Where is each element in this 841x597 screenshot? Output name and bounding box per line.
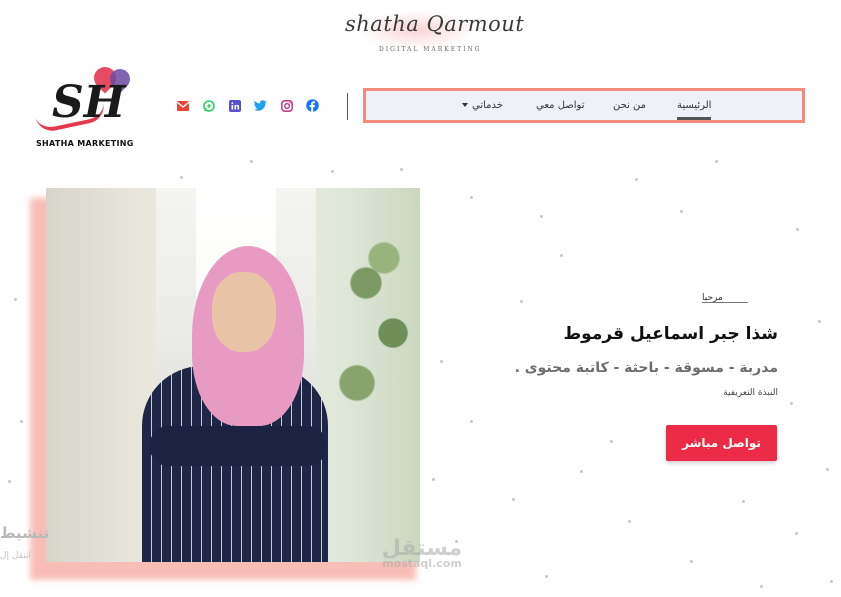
social-links bbox=[176, 99, 319, 112]
hero-roles: مدربة - مسوقة - باحثة - كاتبة محتوى . bbox=[514, 360, 778, 376]
greeting-underline bbox=[702, 302, 748, 303]
nav-item-services-label: خدماتي bbox=[472, 100, 503, 111]
logo-script-text: shatha Qarmout bbox=[345, 12, 525, 36]
photo-person-face bbox=[212, 272, 276, 352]
twitter-icon[interactable] bbox=[254, 99, 267, 112]
email-icon[interactable] bbox=[176, 99, 189, 112]
activation-overlay-title: تنشيط bbox=[0, 524, 50, 542]
main-nav: الرئيسية من نحن تواصل معي خدماتي bbox=[363, 88, 805, 123]
header-divider bbox=[347, 93, 348, 120]
profile-photo bbox=[46, 188, 420, 562]
photo-plants bbox=[330, 208, 420, 458]
nav-item-about[interactable]: من نحن bbox=[613, 100, 646, 111]
bio-link[interactable]: النبذة التعريفية bbox=[600, 388, 778, 398]
watermark-latin: mostaql.com bbox=[382, 557, 462, 570]
nav-item-home[interactable]: الرئيسية bbox=[677, 100, 712, 120]
whatsapp-icon[interactable] bbox=[202, 99, 215, 112]
top-logo[interactable]: shatha Qarmout DIGITAL MARKETING bbox=[335, 2, 524, 58]
chevron-down-icon bbox=[462, 103, 468, 107]
facebook-icon[interactable] bbox=[306, 99, 319, 112]
brand-logo[interactable]: SH SHATHA MARKETING bbox=[30, 62, 138, 149]
activation-overlay-subtitle: انتقل إل bbox=[0, 551, 31, 561]
instagram-icon[interactable] bbox=[280, 99, 293, 112]
hero-name: شذا جبر اسماعيل قرموط bbox=[563, 324, 778, 344]
brand-monogram: SH bbox=[52, 77, 126, 128]
contact-direct-button[interactable]: تواصل مباشر bbox=[666, 425, 777, 461]
nav-item-services[interactable]: خدماتي bbox=[462, 100, 503, 111]
brand-name: SHATHA MARKETING bbox=[36, 139, 134, 148]
mostaql-watermark: مستقل mostaql.com bbox=[370, 536, 474, 570]
nav-item-contact[interactable]: تواصل معي bbox=[536, 100, 585, 111]
photo-person-arms bbox=[150, 426, 326, 466]
logo-subtitle: DIGITAL MARKETING bbox=[379, 46, 482, 53]
linkedin-icon[interactable] bbox=[228, 99, 241, 112]
